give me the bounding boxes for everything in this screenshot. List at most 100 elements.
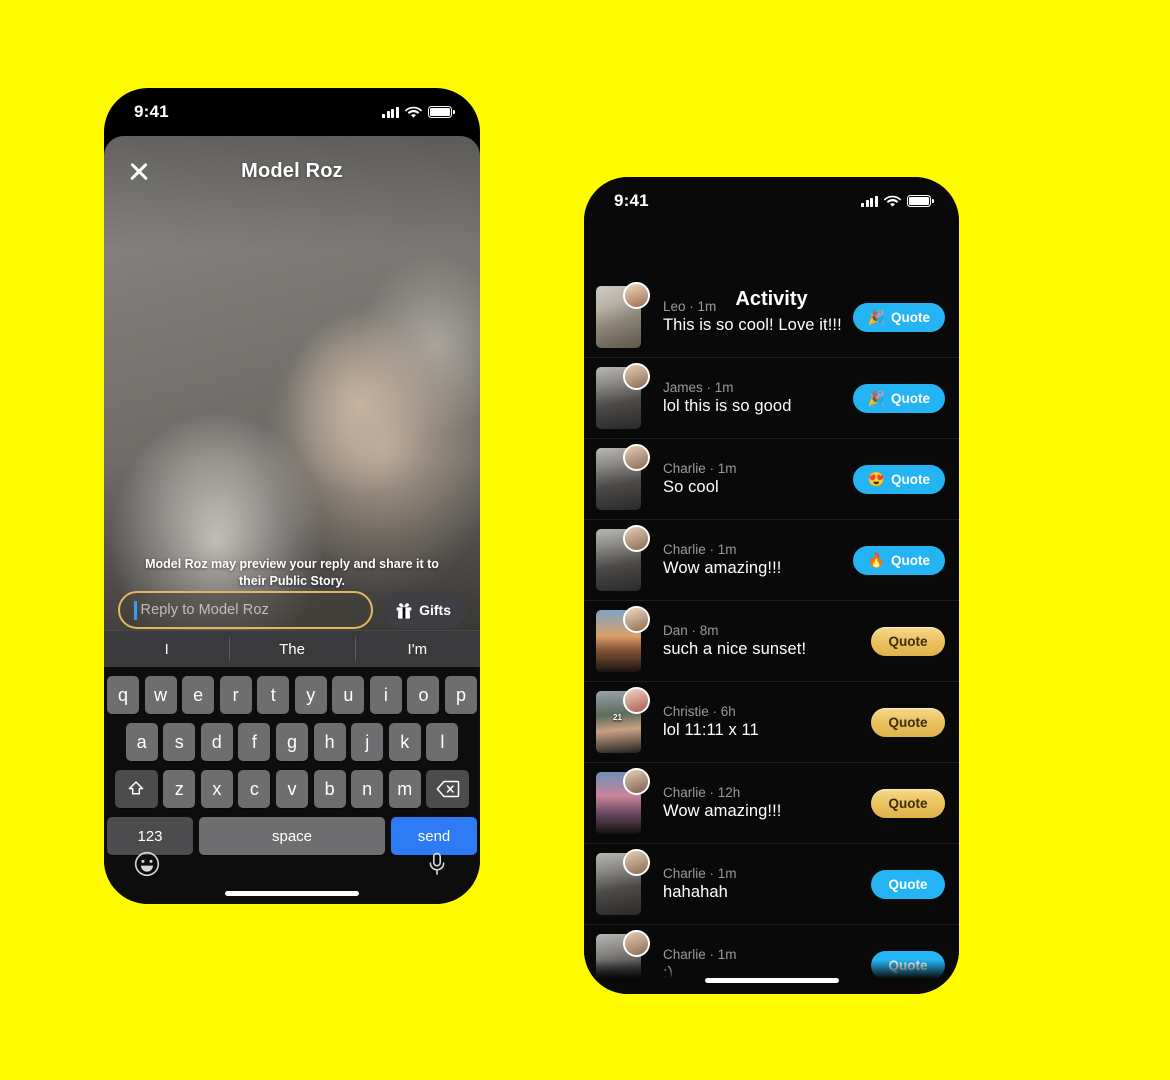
key-y[interactable]: y xyxy=(294,676,327,714)
key-r[interactable]: r xyxy=(219,676,252,714)
avatar[interactable] xyxy=(623,849,650,876)
activity-row[interactable]: Charlie · 12h Wow amazing!!! Quote xyxy=(584,762,959,843)
activity-row[interactable]: 21 Christie · 6h lol 11:11 x 11 Quote xyxy=(584,681,959,762)
activity-thumbnail-wrap[interactable]: 21 xyxy=(596,687,650,753)
key-z[interactable]: z xyxy=(163,770,196,808)
quote-button-label: Quote xyxy=(888,795,928,811)
key-n[interactable]: n xyxy=(351,770,384,808)
quote-button[interactable]: 🎉 Quote xyxy=(852,302,945,332)
activity-thumbnail-wrap[interactable] xyxy=(596,363,650,429)
activity-thumbnail-wrap[interactable] xyxy=(596,768,650,834)
quote-reaction-emoji-icon: 🎉 xyxy=(867,390,885,406)
quote-button-label: Quote xyxy=(888,876,928,892)
key-j[interactable]: j xyxy=(351,723,384,761)
key-f[interactable]: f xyxy=(238,723,271,761)
activity-message: This is so cool! Love it!!! xyxy=(663,316,842,334)
microphone-icon[interactable] xyxy=(424,851,450,877)
key-k[interactable]: k xyxy=(388,723,421,761)
key-s[interactable]: s xyxy=(163,723,196,761)
suggestion-1[interactable]: The xyxy=(229,631,354,667)
activity-text: Christie · 6h lol 11:11 x 11 xyxy=(641,704,871,740)
quote-button[interactable]: 🎉 Quote xyxy=(852,383,945,413)
activity-row[interactable]: Dan · 8m such a nice sunset! Quote xyxy=(584,600,959,681)
activity-message: Wow amazing!!! xyxy=(663,802,782,820)
key-h[interactable]: h xyxy=(313,723,346,761)
activity-thumbnail-wrap[interactable] xyxy=(596,282,650,348)
quote-button[interactable]: 😍 Quote xyxy=(852,464,945,494)
cellular-bars-icon xyxy=(861,195,878,207)
gifts-button[interactable]: Gifts xyxy=(383,591,466,629)
story-card: Model Roz Model Roz may preview your rep… xyxy=(104,136,480,904)
activity-thumbnail-wrap[interactable] xyxy=(596,444,650,510)
home-indicator xyxy=(704,978,839,983)
quote-button-label: Quote xyxy=(888,714,928,730)
reply-input[interactable]: Reply to Model Roz xyxy=(118,591,374,629)
avatar[interactable] xyxy=(623,606,650,633)
suggestion-0[interactable]: I xyxy=(104,631,229,667)
key-b[interactable]: b xyxy=(313,770,346,808)
close-icon[interactable] xyxy=(126,158,152,184)
key-u[interactable]: u xyxy=(332,676,365,714)
activity-text: Charlie · 12h Wow amazing!!! xyxy=(641,785,871,821)
activity-row[interactable]: Charlie · 1m So cool 😍 Quote xyxy=(584,438,959,519)
quote-button[interactable]: Quote xyxy=(871,707,945,737)
quote-button[interactable]: Quote xyxy=(871,788,945,818)
story-header: Model Roz xyxy=(104,136,480,206)
avatar-face xyxy=(625,851,648,874)
activity-text: Charlie · 1m So cool xyxy=(641,461,853,497)
key-t[interactable]: t xyxy=(257,676,290,714)
key-x[interactable]: x xyxy=(200,770,233,808)
key-l[interactable]: l xyxy=(426,723,459,761)
avatar-face xyxy=(625,446,648,469)
keyboard-rows: q w e r t y u i o p a s d f g h j k l z … xyxy=(104,667,480,855)
activity-row[interactable]: James · 1m lol this is so good 🎉 Quote xyxy=(584,357,959,438)
avatar[interactable] xyxy=(623,525,650,552)
activity-meta: James · 1m xyxy=(663,380,734,395)
activity-thumbnail-wrap[interactable] xyxy=(596,849,650,915)
status-time: 9:41 xyxy=(134,102,169,121)
key-v[interactable]: v xyxy=(276,770,308,808)
avatar[interactable] xyxy=(623,930,650,957)
activity-list[interactable]: Leo · 1m This is so cool! Love it!!! 🎉 Quot… xyxy=(584,277,959,994)
wifi-icon xyxy=(884,195,901,207)
text-caret xyxy=(134,600,137,620)
key-g[interactable]: g xyxy=(276,723,308,761)
key-e[interactable]: e xyxy=(182,676,215,714)
key-a[interactable]: a xyxy=(125,723,158,761)
activity-row[interactable]: Charlie · 1m hahahah Quote xyxy=(584,843,959,924)
phone-right-activity: 9:41 Activity Leo · 1m This is so cool! L… xyxy=(584,177,959,994)
key-d[interactable]: d xyxy=(200,723,233,761)
suggestion-2[interactable]: I'm xyxy=(354,631,480,667)
preview-note: Model Roz may preview your reply and sha… xyxy=(145,557,439,588)
quote-button[interactable]: 🔥 Quote xyxy=(852,545,945,575)
emoji-smiley-icon[interactable] xyxy=(134,851,160,877)
key-q[interactable]: q xyxy=(106,676,139,714)
key-w[interactable]: w xyxy=(144,676,177,714)
activity-thumbnail-wrap[interactable] xyxy=(596,606,650,672)
key-p[interactable]: p xyxy=(445,676,478,714)
wifi-icon xyxy=(405,106,422,118)
activity-thumbnail-wrap[interactable] xyxy=(596,525,650,591)
thumbnail-badge: 21 xyxy=(613,713,622,722)
key-i[interactable]: i xyxy=(369,676,402,714)
avatar[interactable] xyxy=(623,444,650,471)
avatar-face xyxy=(625,527,648,550)
keyboard-row-2: a s d f g h j k l xyxy=(107,723,477,761)
shift-arrow-icon[interactable] xyxy=(114,770,158,808)
key-o[interactable]: o xyxy=(407,676,440,714)
quote-button[interactable]: Quote xyxy=(871,869,945,899)
backspace-glyph xyxy=(436,780,460,798)
activity-row[interactable]: Leo · 1m This is so cool! Love it!!! 🎉 Quot… xyxy=(584,277,959,357)
avatar[interactable] xyxy=(623,687,650,714)
quote-button[interactable]: Quote xyxy=(871,626,945,656)
key-m[interactable]: m xyxy=(388,770,421,808)
key-c[interactable]: c xyxy=(238,770,271,808)
avatar[interactable] xyxy=(623,768,650,795)
activity-meta: Dan · 8m xyxy=(663,623,719,638)
avatar[interactable] xyxy=(623,363,650,390)
activity-message: Wow amazing!!! xyxy=(663,559,782,577)
avatar[interactable] xyxy=(623,282,650,309)
activity-row[interactable]: Charlie · 1m Wow amazing!!! 🔥 Quote xyxy=(584,519,959,600)
avatar-face xyxy=(625,932,648,955)
backspace-icon[interactable] xyxy=(426,770,470,808)
